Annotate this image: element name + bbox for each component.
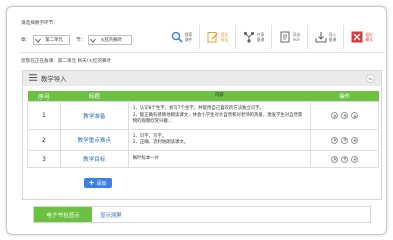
toolbar: 搜索 课件 提交 报告 共享 备课 导出 PDF 导入 备课 退出 模式 xyxy=(164,25,380,49)
column-header: 内容 xyxy=(128,91,311,102)
close-icon xyxy=(332,157,337,162)
row-number: 2 xyxy=(27,129,61,152)
selector-row: 章： 第二单元 节： 火红的枫叶 xyxy=(21,35,133,45)
minus-icon xyxy=(368,76,373,82)
tool-label: 课件 xyxy=(184,37,193,42)
move-down-button[interactable] xyxy=(351,112,359,120)
chevron-down-icon xyxy=(34,36,42,44)
chapter-select[interactable]: 第二单元 xyxy=(33,35,71,45)
arrow-up-icon xyxy=(342,138,347,143)
move-down-button[interactable] xyxy=(351,155,359,163)
move-up-button[interactable] xyxy=(341,136,349,144)
import-icon xyxy=(315,31,327,43)
current-selection-text: 您现在正在备课：第二单元 秋天/火红的枫叶 xyxy=(21,59,112,64)
list-icon xyxy=(29,74,37,83)
add-button-label: 添加 xyxy=(96,180,107,187)
arrow-down-icon xyxy=(352,157,357,162)
panel-title: 教学导入 xyxy=(41,75,67,83)
show-screen-link[interactable]: 显示测屏 xyxy=(100,211,122,219)
search-courseware-button[interactable]: 搜索 课件 xyxy=(164,25,200,49)
content-line: 2、能正确有感情地朗读课文，体会小学生对大自然和对老师的热爱，激发学生对自然景物… xyxy=(132,112,303,125)
delete-button[interactable] xyxy=(331,112,339,120)
arrow-down-icon xyxy=(352,138,357,143)
row-content: 枫叶标本一片 xyxy=(127,150,312,169)
move-up-button[interactable] xyxy=(341,112,349,120)
column-header: 序号 xyxy=(27,91,61,102)
selector-title: 请选择教学环节： xyxy=(21,21,58,26)
close-icon xyxy=(332,114,337,118)
content-line: 2、正确、流利地朗读课文。 xyxy=(132,140,189,146)
arrow-up-icon xyxy=(342,113,347,118)
ebook-display-tab[interactable]: 电子书包显示 xyxy=(34,207,92,222)
chapter-label: 章： xyxy=(21,38,31,43)
row-actions xyxy=(310,101,379,131)
delete-button[interactable] xyxy=(331,136,339,144)
tool-label: 模式 xyxy=(365,37,373,42)
section-label: 节： xyxy=(76,38,86,43)
tool-label: 备课 xyxy=(328,37,337,42)
ebook-bar: 电子书包显示 显示测屏 xyxy=(33,206,371,223)
content-line: 枫叶标本一片 xyxy=(132,156,160,162)
export-pdf-button[interactable]: 导出 PDF xyxy=(272,25,308,49)
row-title-link[interactable]: 教学重点难点 xyxy=(59,129,129,152)
move-up-button[interactable] xyxy=(341,155,349,163)
row-title-link[interactable]: 教学准备 xyxy=(59,101,129,131)
delete-button[interactable] xyxy=(331,155,339,163)
tool-label: PDF xyxy=(292,37,301,42)
pdf-icon xyxy=(279,31,291,43)
chevron-down-icon xyxy=(89,36,97,44)
share-icon xyxy=(243,31,255,43)
lesson-prep-window: 请选择教学环节： 章： 第二单元 节： 火红的枫叶 搜索 课件 提交 报告 共享… xyxy=(6,6,387,235)
row-title-link[interactable]: 教学目标 xyxy=(59,150,129,169)
move-down-button[interactable] xyxy=(351,136,359,144)
tool-label: 备课 xyxy=(256,37,265,42)
row-content: 1、认识8个生字，会写7个生字，并能用自己喜欢的方法独立识字。 2、能正确有感情… xyxy=(127,101,312,131)
row-actions xyxy=(310,129,379,152)
section-select-value: 火红的枫叶 xyxy=(100,38,123,43)
table-header-row: 序号 标题 内容 操作 xyxy=(27,91,379,102)
section-select[interactable]: 火红的枫叶 xyxy=(88,35,133,45)
tool-label: 报告 xyxy=(220,37,229,42)
row-actions xyxy=(310,150,379,169)
table-row: 2 教学重点难点 1、识字、写字。 2、正确、流利地朗读课文。 xyxy=(27,129,379,152)
submit-report-button[interactable]: 提交 报告 xyxy=(200,25,236,49)
close-icon xyxy=(332,138,337,143)
panel-header: 教学导入 xyxy=(23,71,381,86)
arrow-down-icon xyxy=(352,114,357,118)
search-icon xyxy=(171,31,183,43)
plus-icon xyxy=(89,179,95,187)
row-number: 1 xyxy=(27,101,61,131)
chapter-select-value: 第二单元 xyxy=(45,38,63,43)
import-lesson-button[interactable]: 导入 备课 xyxy=(308,25,344,49)
exit-icon xyxy=(351,31,363,43)
add-button[interactable]: 添加 xyxy=(84,178,112,188)
teaching-intro-panel: 教学导入 序号 标题 内容 操作 1 教学准备 1、认识8个生字，会写7个生字，… xyxy=(22,70,382,200)
table-row: 1 教学准备 1、认识8个生字，会写7个生字，并能用自己喜欢的方法独立识字。 2… xyxy=(27,101,379,131)
column-header: 操作 xyxy=(310,91,379,102)
divider xyxy=(19,52,385,53)
column-header: 标题 xyxy=(60,91,129,102)
arrow-up-icon xyxy=(342,157,347,162)
row-number: 3 xyxy=(27,150,61,169)
share-lesson-button[interactable]: 共享 备课 xyxy=(236,25,272,49)
table-row: 3 教学目标 枫叶标本一片 xyxy=(27,150,379,169)
pencil-icon xyxy=(207,31,219,43)
teaching-table: 序号 标题 内容 操作 1 教学准备 1、认识8个生字，会写7个生字，并能用自己… xyxy=(27,91,379,169)
row-content: 1、识字、写字。 2、正确、流利地朗读课文。 xyxy=(127,129,312,152)
exit-mode-button[interactable]: 退出 模式 xyxy=(344,25,380,49)
collapse-button[interactable] xyxy=(366,74,375,83)
